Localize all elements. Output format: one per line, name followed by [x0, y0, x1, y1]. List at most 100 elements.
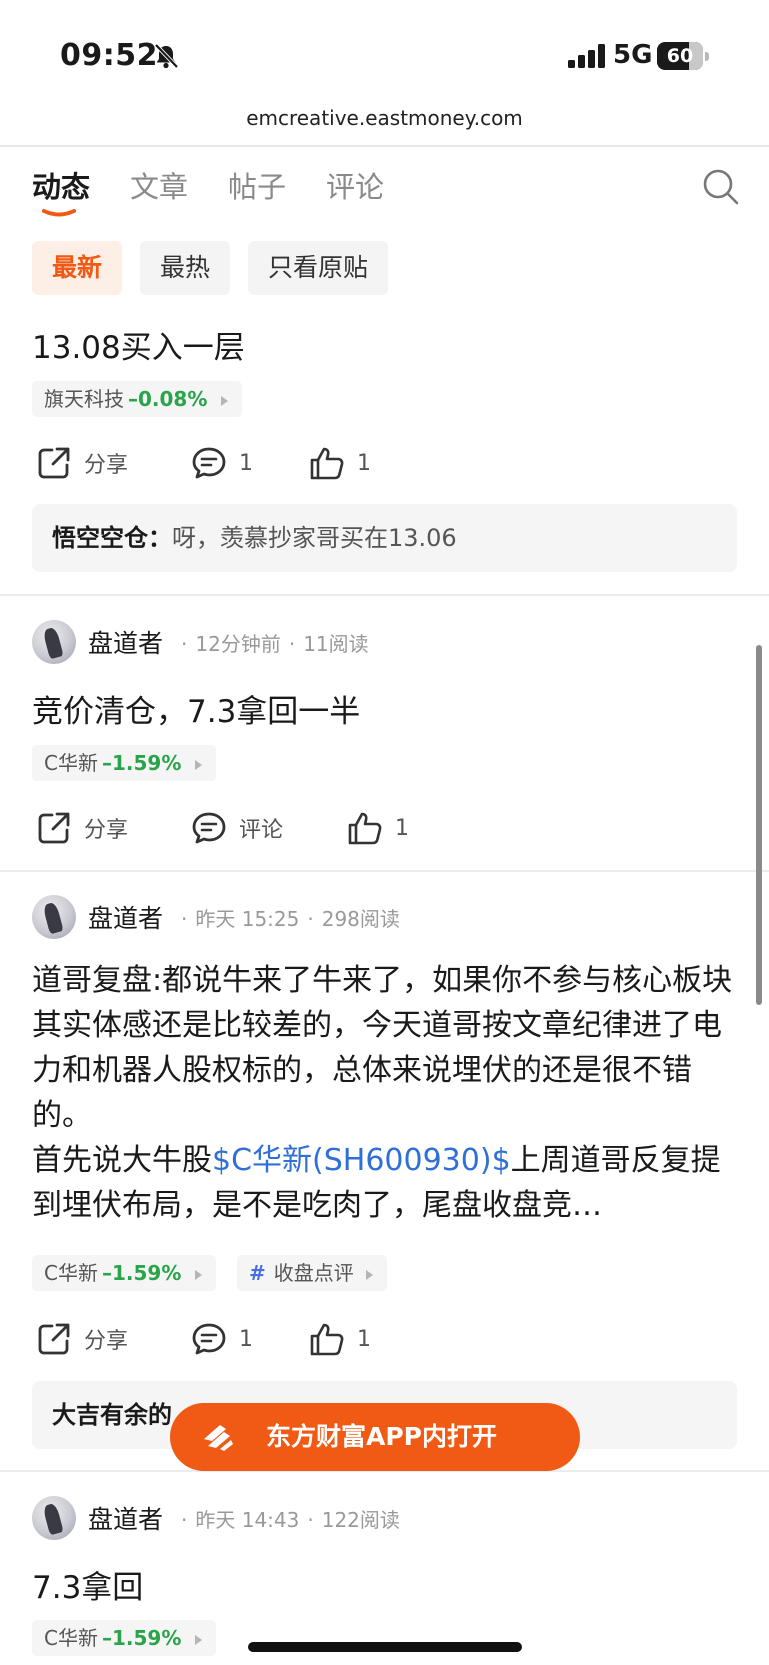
post-text-intro: 首先说大牛股 [32, 1143, 212, 1178]
author-row: 盘道者 · 12分钟前 · 11阅读 [32, 619, 369, 665]
tab-articles[interactable]: 文章 [130, 165, 188, 209]
network-type: 5G [613, 40, 653, 70]
chevron-right-icon [195, 759, 203, 770]
chevron-right-icon [195, 1634, 203, 1645]
comment-icon [192, 447, 226, 479]
like-button[interactable]: 1 [309, 1319, 371, 1359]
signal-icon [568, 44, 605, 68]
filter-bar: 最新 最热 只看原贴 [32, 241, 406, 295]
comment-icon [192, 812, 226, 844]
share-icon [38, 1323, 70, 1355]
post-time: 昨天 14:43 [195, 1507, 300, 1532]
filter-original-only[interactable]: 只看原贴 [248, 241, 389, 295]
thumbs-up-icon [348, 812, 382, 845]
hashtag-icon: # [249, 1261, 266, 1285]
post-text[interactable]: 13.08买入一层 [32, 322, 245, 367]
tab-posts[interactable]: 帖子 [228, 165, 286, 209]
post-meta: · 昨天 14:43 · 122阅读 [181, 1507, 400, 1532]
post-reads: 11阅读 [303, 631, 369, 656]
reply-preview[interactable]: 悟空空仓：呀，羡慕抄家哥买在13.06 [32, 504, 737, 572]
chevron-right-icon [195, 1269, 203, 1280]
share-button[interactable]: 分享 [36, 443, 128, 483]
topic-name: 收盘点评 [273, 1261, 354, 1285]
comment-label: 评论 [239, 818, 284, 843]
open-in-app-label: 东方财富APP内打开 [266, 1422, 497, 1451]
divider [0, 594, 769, 596]
like-count: 1 [357, 1326, 371, 1352]
like-button[interactable]: 1 [347, 808, 409, 848]
post-text[interactable]: 7.3拿回 [32, 1562, 143, 1607]
share-button[interactable]: 分享 [36, 1319, 128, 1359]
author-row: 盘道者 · 昨天 15:25 · 298阅读 [32, 894, 400, 940]
share-label: 分享 [84, 1329, 129, 1354]
post-text-body: 道哥复盘:都说牛来了牛来了，如果你不参与核心板块其实体感还是比较差的，今天道哥按… [32, 963, 733, 1133]
comment-count: 1 [239, 1326, 253, 1352]
comment-button[interactable]: 1 [191, 443, 253, 483]
battery-level: 60 [666, 45, 694, 67]
chevron-right-icon [221, 395, 229, 406]
post-time: 12分钟前 [195, 631, 281, 656]
avatar[interactable] [32, 620, 76, 664]
status-time: 09:52 [60, 38, 158, 73]
reply-text: 呀，羡慕抄家哥买在13.06 [172, 524, 457, 552]
tab-dynamic[interactable]: 动态 [32, 165, 90, 209]
thumbs-up-icon [310, 1323, 344, 1356]
reply-author: 悟空空仓： [52, 524, 172, 552]
divider [0, 870, 769, 872]
share-label: 分享 [84, 453, 129, 478]
avatar[interactable] [32, 1496, 76, 1540]
like-count: 1 [395, 815, 409, 841]
tab-bar: 动态 文章 帖子 评论 [32, 165, 424, 225]
stock-name: C华新 [44, 1261, 98, 1285]
search-icon[interactable] [702, 168, 740, 206]
share-icon [38, 447, 70, 479]
topic-tag[interactable]: # 收盘点评 [237, 1255, 387, 1291]
home-indicator [248, 1642, 522, 1652]
comment-button[interactable]: 评论 [191, 808, 283, 848]
reply-author: 大吉有余的 [52, 1401, 172, 1429]
thumbs-up-icon [310, 447, 344, 480]
status-bar: 09:52 5G 60 [0, 0, 769, 100]
comment-count: 1 [239, 450, 253, 476]
stock-change: –1.59% [101, 1626, 182, 1650]
share-button[interactable]: 分享 [36, 808, 128, 848]
stock-tag[interactable]: 旗天科技 –0.08% [32, 381, 243, 417]
eastmoney-logo-icon [204, 1425, 233, 1451]
tab-comments[interactable]: 评论 [326, 165, 384, 209]
divider [0, 145, 769, 147]
author-name[interactable]: 盘道者 [88, 899, 163, 935]
url-bar[interactable]: emcreative.eastmoney.com [0, 100, 769, 146]
like-count: 1 [357, 450, 371, 476]
scrollbar[interactable] [756, 645, 762, 1005]
chevron-right-icon [365, 1269, 373, 1280]
battery-icon: 60 [657, 42, 709, 70]
post-meta: · 12分钟前 · 11阅读 [181, 631, 369, 656]
stock-link[interactable]: $C华新(SH600930)$ [212, 1143, 511, 1178]
post-text[interactable]: 竞价清仓，7.3拿回一半 [32, 686, 360, 731]
stock-tag[interactable]: C华新 –1.59% [32, 1255, 217, 1291]
post-meta: · 昨天 15:25 · 298阅读 [181, 906, 400, 931]
bell-muted-icon [154, 43, 179, 69]
stock-change: –0.08% [128, 387, 208, 411]
stock-name: 旗天科技 [44, 387, 124, 411]
author-name[interactable]: 盘道者 [88, 624, 163, 660]
filter-latest[interactable]: 最新 [32, 241, 123, 295]
like-button[interactable]: 1 [309, 443, 371, 483]
post-reads: 298阅读 [321, 906, 400, 931]
comment-button[interactable]: 1 [191, 1319, 253, 1359]
author-row: 盘道者 · 昨天 14:43 · 122阅读 [32, 1495, 400, 1541]
post-reads: 122阅读 [321, 1507, 400, 1532]
filter-hot[interactable]: 最热 [140, 241, 231, 295]
share-icon [38, 812, 70, 844]
post-text[interactable]: 道哥复盘:都说牛来了牛来了，如果你不参与核心板块其实体感还是比较差的，今天道哥按… [32, 958, 737, 1228]
avatar[interactable] [32, 895, 76, 939]
post-time: 昨天 15:25 [195, 906, 300, 931]
author-name[interactable]: 盘道者 [88, 1500, 163, 1536]
open-in-app-button[interactable]: 东方财富APP内打开 [170, 1403, 580, 1471]
stock-tag[interactable]: C华新 –1.59% [32, 745, 217, 781]
share-label: 分享 [84, 818, 129, 843]
stock-tag[interactable]: C华新 –1.59% [32, 1620, 217, 1656]
stock-name: C华新 [44, 1626, 98, 1650]
active-tab-indicator [42, 209, 76, 217]
stock-change: –1.59% [101, 1261, 182, 1285]
